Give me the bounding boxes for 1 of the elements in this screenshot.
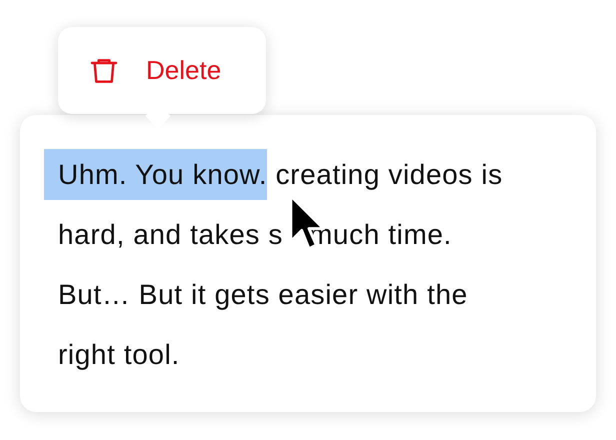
delete-button[interactable]: Delete xyxy=(58,27,266,114)
